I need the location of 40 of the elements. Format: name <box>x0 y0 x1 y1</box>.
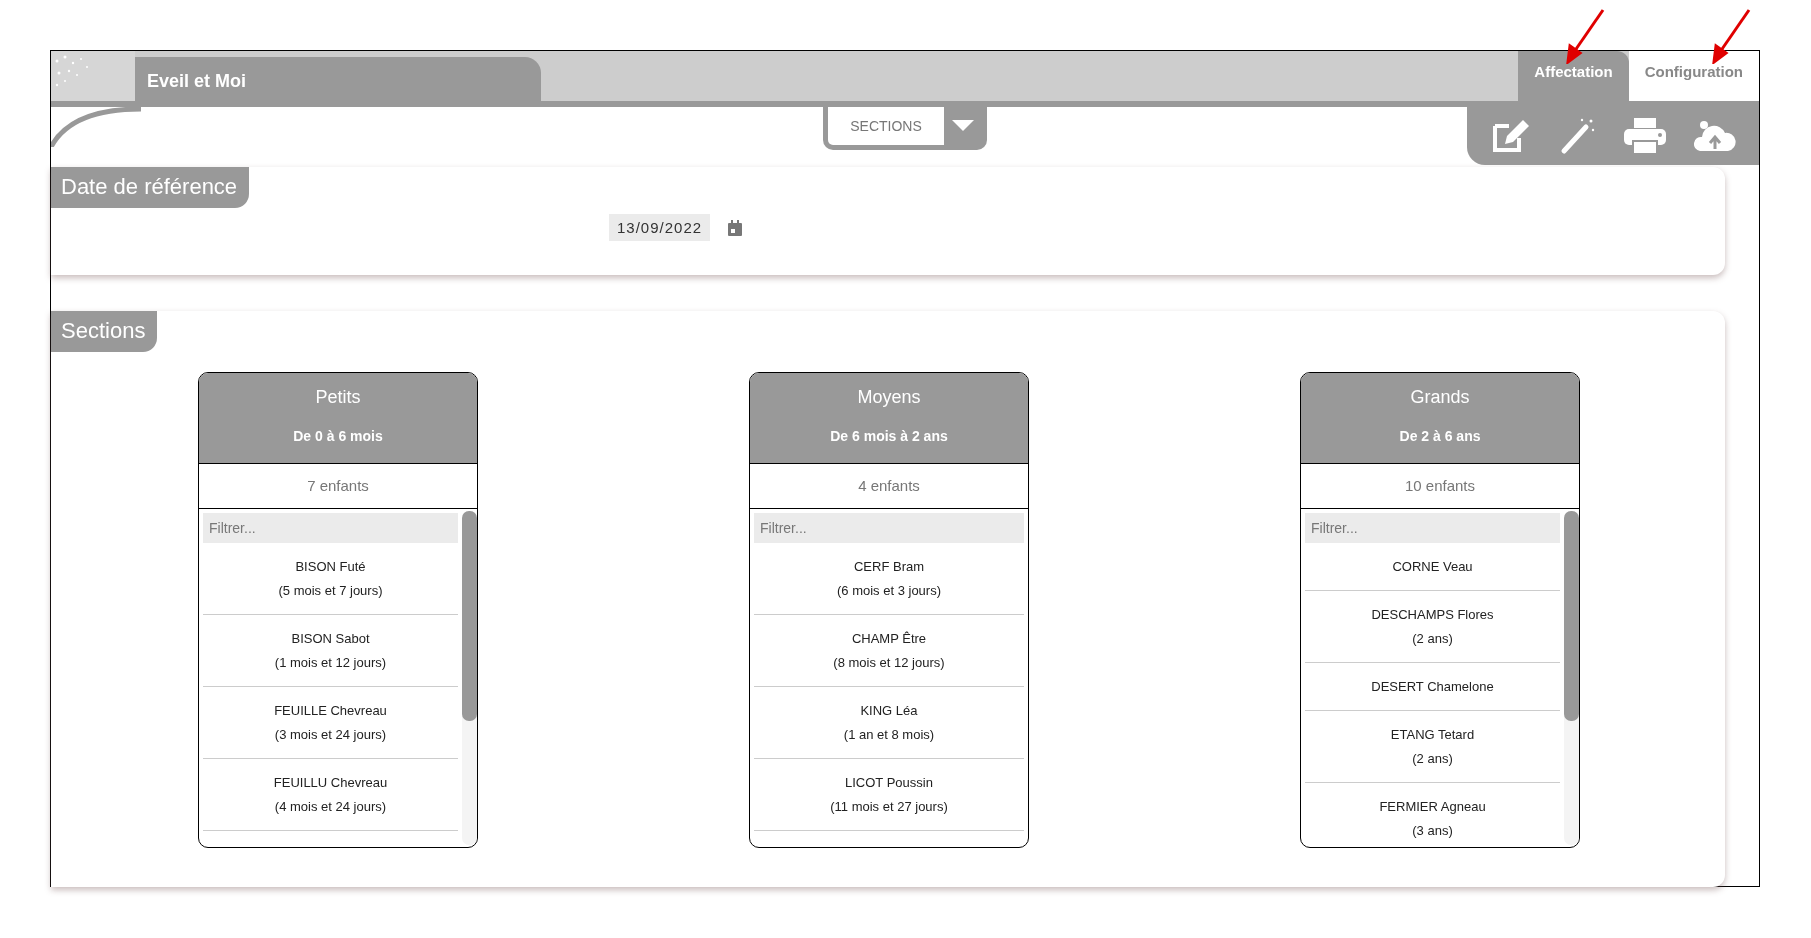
child-item[interactable]: FEUILLE Chevreau (3 mois et 24 jours) <box>203 687 458 759</box>
edit-icon[interactable] <box>1490 118 1531 154</box>
child-item[interactable]: CORNE Veau <box>1305 543 1560 591</box>
scrollbar[interactable] <box>1564 511 1579 845</box>
annotation-arrow <box>1712 8 1752 64</box>
section-name: Moyens <box>856 386 922 408</box>
print-icon[interactable] <box>1622 117 1667 155</box>
child-item[interactable]: ETANG Tetard (2 ans) <box>1305 711 1560 783</box>
filter-field[interactable]: Filtrer... <box>203 513 458 543</box>
child-count: 4 enfants <box>750 464 1028 509</box>
calendar-icon[interactable] <box>728 219 743 236</box>
section-age-range: De 6 mois à 2 ans <box>829 428 949 444</box>
child-item[interactable]: LICOT Poussin (11 mois et 27 jours) <box>754 759 1024 831</box>
child-item[interactable]: BISON Futé (5 mois et 7 jours) <box>203 543 458 615</box>
child-item[interactable]: CERF Bram (6 mois et 3 jours) <box>754 543 1024 615</box>
child-item[interactable]: DESERT Chamelone <box>1305 663 1560 711</box>
child-item[interactable]: BISON Sabot (1 mois et 12 jours) <box>203 615 458 687</box>
section-name: Grands <box>1409 386 1471 408</box>
child-count: 10 enfants <box>1301 464 1579 509</box>
child-count: 7 enfants <box>199 464 477 509</box>
selector-label: SECTIONS <box>849 118 923 134</box>
tab[interactable]: Configuration <box>1628 51 1759 101</box>
view-selector[interactable]: SECTIONS <box>823 107 987 150</box>
child-item[interactable]: CHAMP Être (8 mois et 12 jours) <box>754 615 1024 687</box>
child-item[interactable]: KING Léa (1 an et 8 mois) <box>754 687 1024 759</box>
section-name: Petits <box>314 386 362 408</box>
panel-title: Date de référence <box>51 167 250 208</box>
scrollbar[interactable] <box>462 511 477 845</box>
filter-field[interactable]: Filtrer... <box>754 513 1024 543</box>
filter-field[interactable]: Filtrer... <box>1305 513 1560 543</box>
panel-title: Sections <box>51 311 158 352</box>
cloud-upload-icon[interactable] <box>1693 119 1736 153</box>
child-item[interactable]: DESCHAMPS Flores (2 ans) <box>1305 591 1560 663</box>
child-item[interactable]: FEUILLU Chevreau (4 mois et 24 jours) <box>203 759 458 831</box>
section-age-range: De 0 à 6 mois <box>292 428 384 444</box>
child-item[interactable]: FERMIER Agneau (3 ans) <box>1305 783 1560 847</box>
annotation-arrow <box>1566 8 1606 64</box>
date-field[interactable]: 13/09/2022 <box>609 214 711 241</box>
section-age-range: De 2 à 6 ans <box>1398 428 1482 444</box>
app-title: Eveil et Moi <box>135 57 541 101</box>
